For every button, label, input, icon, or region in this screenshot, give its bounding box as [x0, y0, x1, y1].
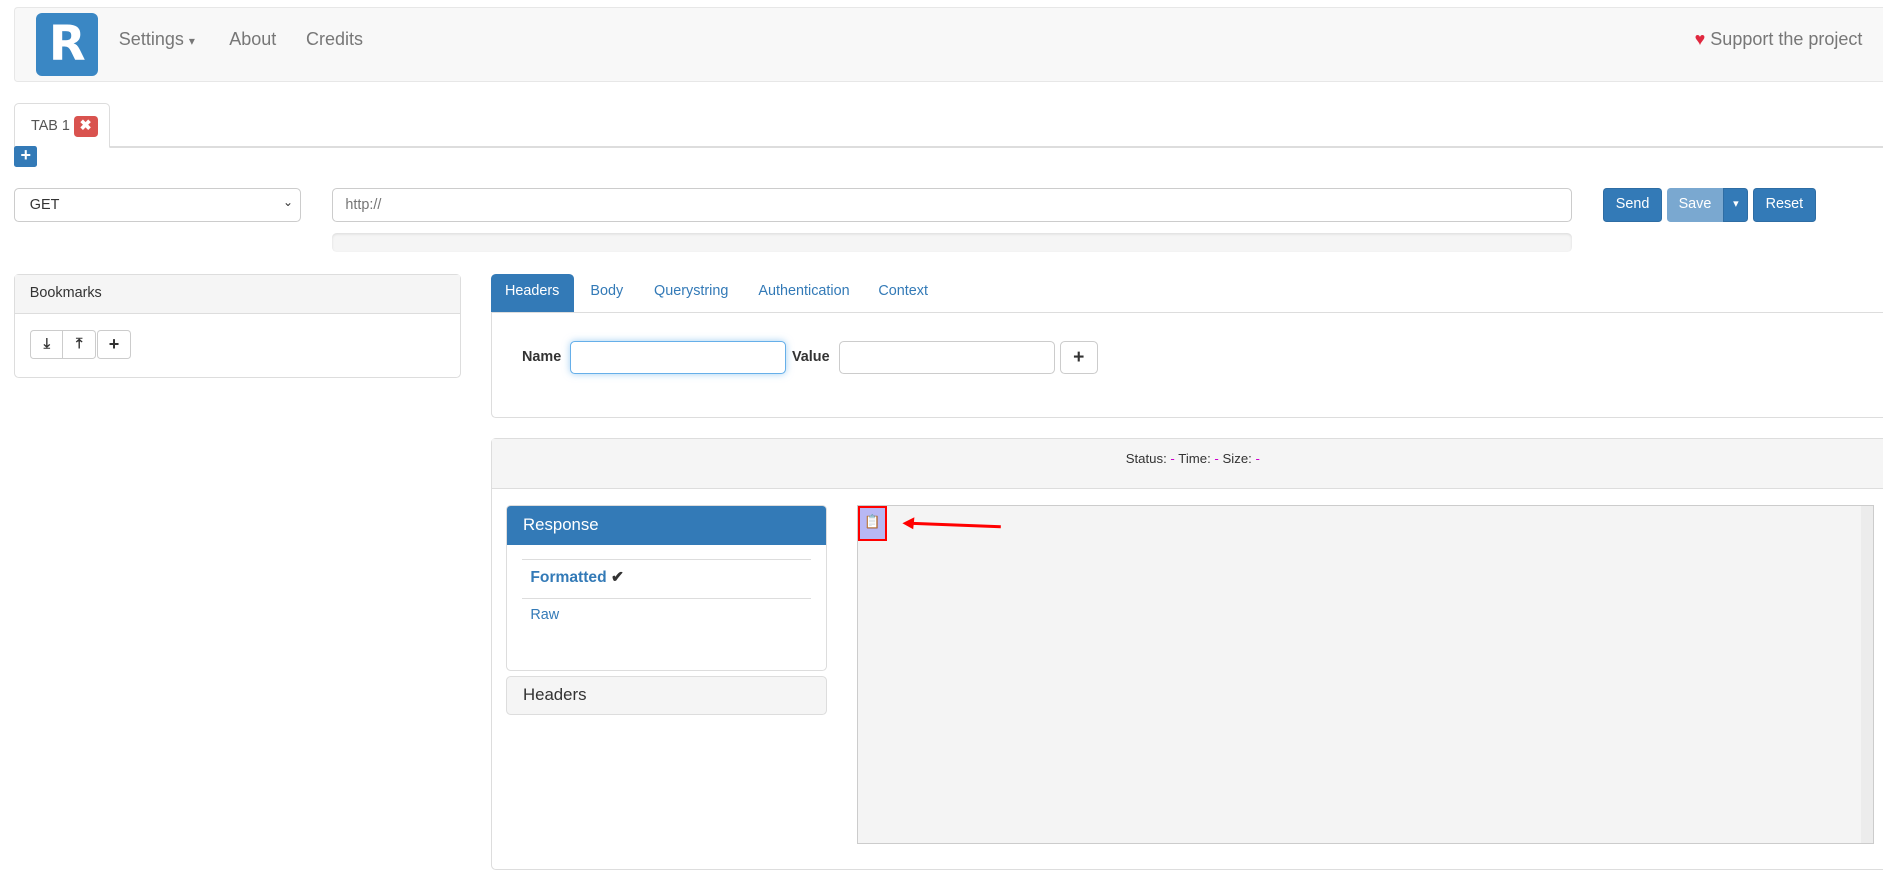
tab-1[interactable]: TAB 1 ✖ — [14, 103, 111, 148]
save-button[interactable]: Save — [1666, 188, 1724, 222]
value-label: Value — [792, 349, 830, 366]
app-logo[interactable]: R — [36, 13, 99, 76]
save-dropdown-button[interactable]: ▾ — [1723, 188, 1749, 222]
check-icon: ✔ — [610, 568, 625, 586]
formatted-label: Formatted — [530, 568, 607, 586]
chevron-down-icon: ⌄ — [282, 195, 293, 210]
add-bookmark-button[interactable]: + — [97, 330, 131, 359]
divider — [522, 597, 812, 599]
response-view-panel: Response — [506, 505, 827, 671]
formatted-option[interactable]: Formatted ✔ — [530, 568, 624, 587]
nav-settings[interactable]: Settings ▾ — [119, 29, 195, 50]
close-tab-icon[interactable]: ✖ — [73, 116, 98, 137]
bookmarks-panel: Bookmarks — [14, 273, 461, 378]
tab-body[interactable]: Body — [590, 283, 623, 299]
tab-label: TAB 1 — [30, 118, 70, 135]
tab-headers[interactable]: Headers — [490, 273, 574, 312]
status-value: - — [1170, 451, 1175, 466]
navbar — [14, 7, 1883, 82]
tab-context[interactable]: Context — [878, 283, 928, 299]
raw-option[interactable]: Raw — [530, 607, 559, 623]
url-input[interactable] — [332, 188, 1572, 222]
add-tab-button[interactable]: + — [14, 146, 38, 167]
annotation-arrow-icon — [902, 517, 1001, 530]
send-button[interactable]: Send — [1603, 188, 1662, 222]
status-bar: Status: - Time: - Size: - — [491, 439, 1883, 490]
size-value: - — [1255, 451, 1260, 466]
support-link[interactable]: ♥ Support the project — [1695, 29, 1863, 50]
progress-bar — [332, 232, 1572, 252]
size-label: Size: — [1222, 451, 1252, 466]
divider — [522, 559, 812, 561]
header-value-input[interactable] — [838, 340, 1055, 375]
response-headers-panel[interactable]: Headers — [506, 675, 827, 716]
reset-button[interactable]: Reset — [1753, 188, 1816, 222]
method-select[interactable]: GET ⌄ — [14, 188, 302, 222]
nav-credits[interactable]: Credits — [306, 29, 363, 50]
status-label: Status: — [1125, 451, 1167, 466]
response-title: Response — [507, 506, 826, 545]
support-label: Support the project — [1710, 28, 1863, 49]
time-value: - — [1214, 451, 1219, 466]
time-label: Time: — [1178, 451, 1211, 466]
name-label: Name — [522, 349, 562, 366]
scrollbar[interactable] — [1861, 506, 1874, 843]
export-bookmarks-icon[interactable]: ⤒ — [62, 330, 96, 359]
method-value: GET — [29, 196, 60, 213]
tab-authentication[interactable]: Authentication — [758, 283, 849, 299]
heart-icon: ♥ — [1694, 28, 1706, 49]
nav-about[interactable]: About — [229, 29, 276, 50]
header-name-input[interactable] — [570, 340, 786, 375]
response-output[interactable] — [856, 505, 1875, 844]
caret-down-icon: ▾ — [188, 33, 195, 48]
nav-settings-label: Settings — [118, 28, 184, 49]
tab-querystring[interactable]: Querystring — [654, 283, 728, 299]
tab-divider — [14, 146, 1883, 148]
bookmarks-title: Bookmarks — [15, 274, 460, 315]
add-header-button[interactable]: + — [1059, 340, 1098, 375]
import-bookmarks-icon[interactable]: ⤓ — [30, 330, 64, 359]
copy-clipboard-icon[interactable]: 📋 — [858, 506, 887, 542]
